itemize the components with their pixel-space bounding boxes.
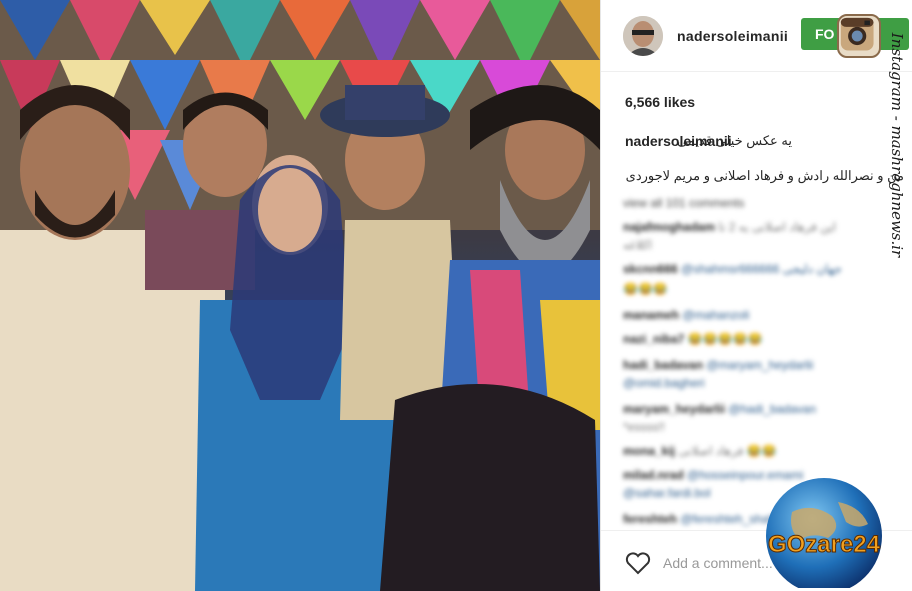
avatar-portrait: [623, 15, 663, 56]
gozare24-logo: GOzare24: [766, 478, 882, 588]
caption-text-line-2: من و نصرالله رادش و فرهاد اصلانی و مریم …: [625, 168, 904, 183]
comment-text: @shahmsr666666 جهان دلیجی: [681, 262, 842, 276]
comment-text: @sahar.fardi.bol: [623, 486, 711, 500]
caption-text: یه عکس خیلی قدیمی: [676, 133, 792, 148]
post-photo: [0, 0, 600, 591]
gozare24-text: GOzare24: [768, 531, 881, 558]
instagram-logo-icon: [840, 17, 874, 51]
view-all-comments-link[interactable]: view all 101 comments: [623, 196, 744, 210]
people-group: [0, 85, 600, 591]
watermark-text: Instagram - mashreghnews.ir: [888, 32, 906, 258]
list-item: *essss!!: [623, 420, 665, 434]
list-item: hadi_badavan @maryam_heydarlii: [623, 358, 813, 372]
comment-text: این فرهاد اصلانی یه 2 تا: [718, 220, 837, 234]
list-item: skcnn666 @shahmsr666666 جهان دلیجی: [623, 262, 842, 276]
list-item: @omid.bagheri: [623, 376, 705, 390]
comment-text: اکلاغه: [623, 238, 652, 252]
comment-text: 😂😂😂😂😂: [687, 332, 763, 346]
comment-text: @hadi_badavan: [728, 402, 816, 416]
comment-user[interactable]: manameh: [623, 308, 679, 322]
list-item: 😂😂😂: [623, 282, 668, 296]
instagram-logo: [837, 14, 881, 58]
instagram-watermark: Instagram - mashreghnews.ir: [882, 10, 912, 280]
list-item: mona_kij فرهاد اصلانی 😂😂: [623, 444, 777, 458]
comment-text: @omid.bagheri: [623, 376, 705, 390]
comment-text: @mahanzoli: [682, 308, 750, 322]
comment-user[interactable]: nazi_niba7: [623, 332, 684, 346]
username[interactable]: nadersoleimanii: [677, 28, 788, 44]
list-item: @sahar.fardi.bol: [623, 486, 711, 500]
heart-icon[interactable]: [625, 551, 651, 575]
comment-user[interactable]: fereshteh: [623, 512, 677, 526]
list-item: اکلاغه: [623, 238, 652, 252]
comment-text: فرهاد اصلانی 😂😂: [678, 444, 777, 458]
comment-user[interactable]: najafmoghadam: [623, 220, 715, 234]
user-avatar[interactable]: [623, 15, 663, 56]
comment-user[interactable]: mona_kij: [623, 444, 675, 458]
list-item: maryam_heydarlii @hadi_badavan: [623, 402, 816, 416]
comment-user[interactable]: hadi_badavan: [623, 358, 703, 372]
likes-count[interactable]: 6,566 likes: [625, 94, 695, 110]
comment-text: *essss!!: [623, 420, 666, 434]
comment-user[interactable]: maryam_heydarlii: [623, 402, 725, 416]
list-item: manameh @mahanzoli: [623, 308, 749, 322]
list-item: najafmoghadam این فرهاد اصلانی یه 2 تا: [623, 220, 836, 234]
comment-text: 😂😂😂: [623, 282, 668, 296]
comment-text: @maryam_heydarlii: [706, 358, 814, 372]
comment-user[interactable]: skcnn666: [623, 262, 678, 276]
list-item: nazi_niba7 😂😂😂😂😂: [623, 332, 762, 346]
comment-user[interactable]: milad.nrad: [623, 468, 684, 482]
